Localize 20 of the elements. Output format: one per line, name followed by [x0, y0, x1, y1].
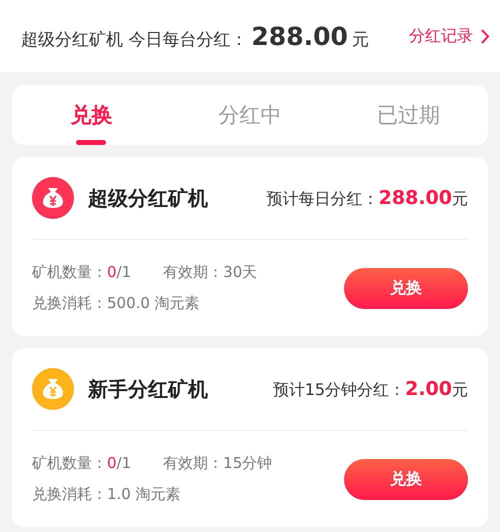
exchange-cost: 兑换消耗：1.0 淘元素: [32, 485, 182, 504]
exchange-button[interactable]: 兑换: [344, 458, 468, 500]
exchange-cost: 兑换消耗：500.0 淘元素: [32, 294, 201, 313]
tab[interactable]: 兑换: [31, 85, 152, 145]
validity-period: 有效期：15分钟: [163, 454, 272, 473]
chevron-right-icon: [481, 28, 490, 44]
dividend-record-link[interactable]: 分红记录: [409, 26, 490, 46]
exchange-button[interactable]: 兑换: [344, 268, 468, 308]
money-bag-icon: [32, 177, 74, 219]
estimated-dividend: 预计每日分红：288.00元: [266, 186, 468, 210]
money-bag-icon: [32, 368, 74, 410]
machine-name: 超级分红矿机: [88, 184, 208, 212]
machine-name: 新手分红矿机: [88, 376, 208, 402]
tab[interactable]: 分红中: [190, 85, 310, 145]
tab[interactable]: 已过期: [348, 85, 469, 145]
header-dividend-text: 超级分红矿机 今日每台分红： 288.00 元: [21, 22, 369, 50]
machine-quantity: 矿机数量：0/1: [32, 454, 132, 473]
estimated-dividend: 预计15分钟分红：2.00元: [272, 378, 468, 400]
machine-quantity: 矿机数量：0/1: [32, 263, 132, 282]
validity-period: 有效期：30天: [163, 263, 258, 282]
